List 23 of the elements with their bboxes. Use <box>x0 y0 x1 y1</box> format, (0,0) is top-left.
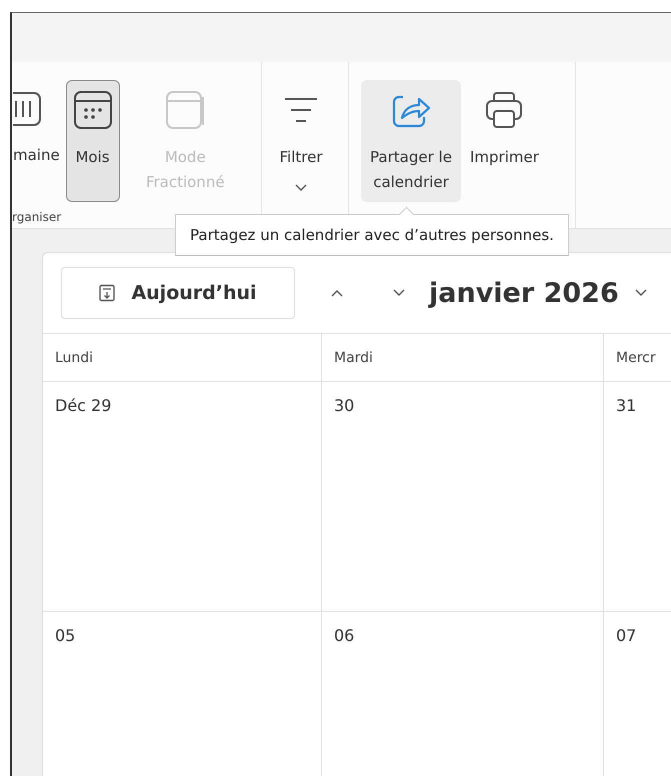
today-button[interactable]: Aujourd’hui <box>61 267 295 319</box>
tooltip: Partagez un calendrier avec d’autres personnes. <box>175 207 569 256</box>
week-button[interactable]: maine <box>12 80 62 202</box>
month-picker[interactable]: janvier 2026 <box>429 278 647 308</box>
day-cell[interactable]: 05 <box>43 612 322 776</box>
chevron-up-icon <box>331 289 343 297</box>
share-button[interactable]: Partager le calendrier <box>361 80 461 202</box>
chevron-down-icon <box>634 289 647 297</box>
day-cell[interactable]: 07 <box>604 612 671 776</box>
month-button[interactable]: Mois <box>66 80 120 202</box>
day-cell[interactable]: Déc 29 <box>43 382 322 612</box>
weekday-header: Mardi <box>322 334 604 382</box>
print-button[interactable]: Imprimer <box>465 80 544 202</box>
weekday-header: Lundi <box>43 334 322 382</box>
day-cell[interactable]: 31 <box>604 382 671 612</box>
day-cell[interactable]: 06 <box>322 612 604 776</box>
day-cell[interactable]: 30 <box>322 382 604 612</box>
chevron-down-icon <box>393 289 405 297</box>
weekday-header: Mercr <box>604 334 671 382</box>
group-label: rganiser <box>12 209 62 224</box>
filter-button[interactable]: Filtrer <box>274 80 328 202</box>
today-icon <box>99 284 116 302</box>
chevron-down-icon <box>295 184 307 192</box>
